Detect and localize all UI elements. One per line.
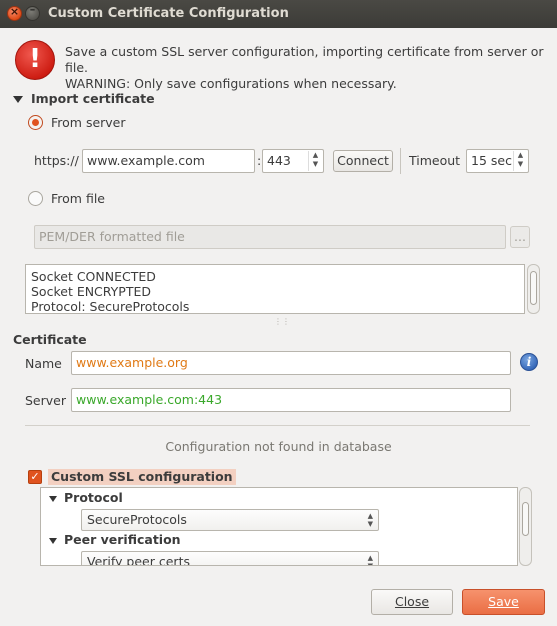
- from-server-label: From server: [51, 115, 126, 130]
- spin-arrows-icon[interactable]: ▲ ▼: [308, 151, 322, 171]
- warning-message: Save a custom SSL server configuration, …: [65, 44, 557, 92]
- window-title: Custom Certificate Configuration: [48, 6, 289, 21]
- certificate-title: Certificate: [13, 332, 87, 347]
- host-input[interactable]: www.example.com: [82, 149, 255, 173]
- import-certificate-title: Import certificate: [31, 91, 155, 106]
- spin-arrows-icon[interactable]: ▲ ▼: [513, 151, 527, 171]
- minimize-icon: –: [29, 3, 36, 16]
- name-label: Name: [25, 356, 62, 371]
- server-label: Server: [25, 393, 66, 408]
- peer-verification-select[interactable]: Verify peer certs ▲ ▼: [81, 551, 379, 566]
- timeout-spinbox[interactable]: 15 sec ▲ ▼: [466, 149, 529, 173]
- window-close-button[interactable]: ×: [7, 5, 22, 21]
- from-server-radio[interactable]: [28, 115, 43, 130]
- protocol-title: Protocol: [64, 490, 123, 505]
- info-icon[interactable]: i: [520, 353, 538, 371]
- splitter-handle-icon[interactable]: ⋮⋮: [274, 318, 290, 326]
- log-line: Socket CONNECTED: [31, 269, 156, 284]
- window-minimize-button[interactable]: –: [25, 3, 40, 21]
- name-input[interactable]: www.example.org: [71, 351, 511, 375]
- scheme-label: https://: [34, 153, 79, 168]
- updown-arrows-icon: ▲ ▼: [367, 512, 373, 528]
- ssl-options-tree: Protocol SecureProtocols ▲ ▼ Peer verific…: [40, 487, 518, 566]
- divider: [25, 425, 530, 426]
- from-file-radio[interactable]: [28, 191, 43, 206]
- custom-ssl-checkbox[interactable]: ✓: [28, 470, 42, 484]
- save-button[interactable]: Save: [462, 589, 545, 615]
- collapse-triangle-icon: [13, 96, 23, 103]
- connect-button[interactable]: Connect: [333, 150, 393, 172]
- log-scrollbar[interactable]: [527, 264, 540, 314]
- timeout-label: Timeout: [409, 153, 461, 168]
- log-line: Protocol: SecureProtocols: [31, 299, 190, 314]
- save-button-label: Save: [488, 594, 519, 609]
- file-path-input[interactable]: PEM/DER formatted file: [34, 225, 506, 249]
- port-separator: :: [257, 153, 262, 168]
- collapse-triangle-icon: [49, 495, 57, 502]
- warning-line-2: WARNING: Only save configurations when n…: [65, 76, 397, 91]
- title-bar: × – Custom Certificate Configuration: [0, 0, 557, 28]
- protocol-group-toggle[interactable]: Protocol: [49, 490, 123, 505]
- toolbar-separator: [400, 148, 401, 174]
- peer-verification-value: Verify peer certs: [87, 554, 190, 566]
- scrollbar-thumb[interactable]: [530, 271, 537, 305]
- import-certificate-toggle[interactable]: Import certificate: [13, 91, 155, 106]
- status-text: Configuration not found in database: [165, 439, 392, 454]
- close-icon: ×: [9, 5, 20, 18]
- exclamation-icon: !: [15, 40, 55, 80]
- scrollbar-thumb[interactable]: [522, 502, 529, 536]
- peer-verification-toggle[interactable]: Peer verification: [49, 532, 181, 547]
- warning-line-1: Save a custom SSL server configuration, …: [65, 44, 544, 75]
- close-button-label: Close: [394, 594, 430, 609]
- port-spinbox[interactable]: 443 ▲ ▼: [262, 149, 324, 173]
- close-button[interactable]: Close: [371, 589, 453, 615]
- log-line: Socket ENCRYPTED: [31, 284, 152, 299]
- custom-ssl-label: Custom SSL configuration: [48, 469, 236, 485]
- updown-arrows-icon: ▲ ▼: [367, 554, 373, 566]
- protocol-value: SecureProtocols: [87, 512, 187, 527]
- collapse-triangle-icon: [49, 537, 57, 544]
- port-value: 443: [267, 153, 291, 168]
- server-input[interactable]: www.example.com:443: [71, 388, 511, 412]
- timeout-value: 15 sec: [471, 153, 512, 168]
- protocol-select[interactable]: SecureProtocols ▲ ▼: [81, 509, 379, 531]
- peer-verification-title: Peer verification: [64, 532, 181, 547]
- from-file-label: From file: [51, 191, 105, 206]
- browse-button[interactable]: ...: [510, 226, 530, 248]
- connection-log: Socket CONNECTED Socket ENCRYPTED Protoc…: [25, 264, 525, 314]
- tree-scrollbar[interactable]: [519, 487, 532, 566]
- dialog-window: × – Custom Certificate Configuration ! S…: [0, 0, 557, 626]
